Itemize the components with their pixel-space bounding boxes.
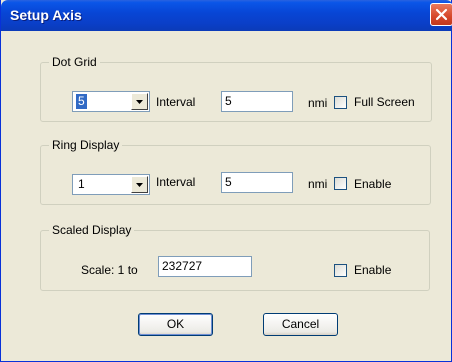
scale-input[interactable]: 232727 [158,256,252,277]
dot-grid-group: Dot Grid 5 Interval 5 nmi Full Screen [40,55,432,122]
chevron-down-icon [136,100,143,104]
title-bar[interactable]: Setup Axis [1,0,452,31]
dot-grid-interval-label: Interval [156,95,196,109]
ring-display-select[interactable]: 1 [72,174,150,195]
ring-display-group: Ring Display 1 Interval 5 nmi Enable [40,138,431,205]
ring-display-interval-input[interactable]: 5 [221,172,293,193]
setup-axis-dialog: Setup Axis Dot Grid 5 Interval 5 nmi Ful… [0,0,452,362]
dialog-body: Dot Grid 5 Interval 5 nmi Full Screen Ri… [4,31,448,359]
ok-button[interactable]: OK [138,313,213,336]
ring-display-legend: Ring Display [49,138,123,152]
ring-display-select-value: 1 [78,177,85,191]
window-title: Setup Axis [10,7,82,23]
dot-grid-dropdown-button[interactable] [131,93,148,110]
scale-label: Scale: 1 to [81,263,138,277]
close-icon [435,8,448,21]
dot-grid-select[interactable]: 5 [72,91,150,112]
ring-display-dropdown-button[interactable] [131,176,148,193]
scaled-enable-label: Enable [354,263,392,277]
cancel-button[interactable]: Cancel [263,313,338,336]
scaled-enable-checkbox[interactable] [334,264,347,277]
close-button[interactable] [430,3,452,26]
scaled-display-group: Scaled Display Scale: 1 to 232727 Enable [40,223,430,291]
ring-enable-checkbox[interactable] [334,177,347,190]
dot-grid-unit-label: nmi [308,96,328,110]
full-screen-checkbox[interactable] [334,96,347,109]
ring-enable-label: Enable [354,177,392,191]
ring-display-interval-label: Interval [156,175,196,189]
dot-grid-select-value: 5 [76,94,87,109]
scaled-display-legend: Scaled Display [49,223,135,237]
dot-grid-legend: Dot Grid [49,55,100,69]
ring-display-unit-label: nmi [308,177,328,191]
full-screen-label: Full Screen [354,95,415,109]
dot-grid-interval-input[interactable]: 5 [221,91,293,112]
chevron-down-icon [136,183,143,187]
